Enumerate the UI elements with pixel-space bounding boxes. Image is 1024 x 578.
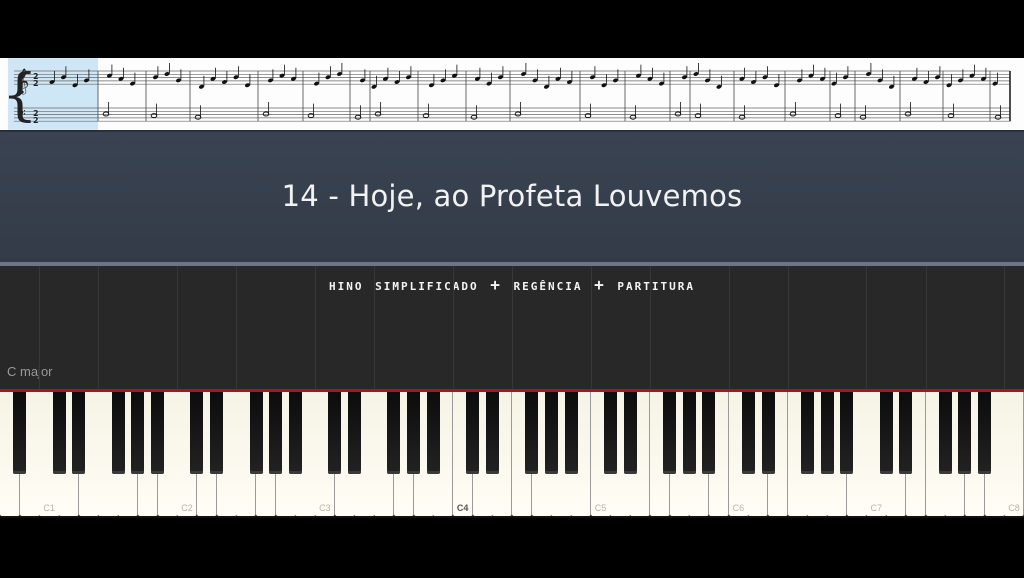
black-key[interactable]	[623, 392, 637, 474]
roll-guide-line	[925, 266, 927, 390]
bass-clef-icon: 𝄢	[16, 107, 26, 125]
treble-clef-icon: 𝄞	[16, 68, 29, 94]
black-key[interactable]	[800, 392, 814, 474]
black-key[interactable]	[131, 392, 145, 474]
roll-guide-line	[452, 266, 454, 390]
roll-guide-line	[236, 266, 238, 390]
black-key[interactable]	[72, 392, 86, 474]
black-key[interactable]	[761, 392, 775, 474]
bass-note-head	[150, 113, 158, 119]
time-sig-bass-bottom: 2	[33, 116, 39, 125]
black-key[interactable]	[13, 392, 27, 474]
bass-note-head	[470, 114, 478, 120]
black-key[interactable]	[840, 392, 854, 474]
sheet-music-strip: {𝄞 𝄢 2 2 2 2	[0, 58, 1024, 130]
black-key[interactable]	[899, 392, 913, 474]
black-key[interactable]	[249, 392, 263, 474]
bass-note-head	[422, 113, 430, 119]
roll-guide-line	[649, 266, 651, 390]
bass-note-head	[904, 111, 912, 117]
bass-note-head	[994, 114, 1002, 120]
octave-label-c2: C2	[181, 503, 193, 513]
octave-label-c7: C7	[870, 503, 882, 513]
bass-note-head	[262, 111, 270, 117]
black-key[interactable]	[288, 392, 302, 474]
bass-note-head	[674, 111, 682, 117]
bass-note-head	[694, 113, 702, 119]
bass-note-head	[584, 113, 592, 119]
hymn-title: 14 - Hoje, ao Profeta Louvemos	[281, 179, 743, 213]
time-sig-treble-bottom: 2	[33, 79, 39, 88]
bass-note-head	[859, 114, 867, 120]
roll-guide-line	[866, 266, 868, 390]
black-key[interactable]	[466, 392, 480, 474]
black-key[interactable]	[938, 392, 952, 474]
octave-label-c8: C8	[1008, 503, 1020, 513]
black-key[interactable]	[210, 392, 224, 474]
black-key[interactable]	[525, 392, 539, 474]
black-key[interactable]	[347, 392, 361, 474]
black-key[interactable]	[879, 392, 893, 474]
black-key[interactable]	[741, 392, 755, 474]
octave-label-c4: C4	[456, 503, 469, 513]
bass-note-head	[307, 113, 315, 119]
roll-guide-line	[315, 266, 317, 390]
black-key[interactable]	[52, 392, 66, 474]
roll-guide-line	[590, 266, 592, 390]
black-key[interactable]	[663, 392, 677, 474]
black-key[interactable]	[603, 392, 617, 474]
white-key[interactable]	[1004, 392, 1024, 516]
black-key[interactable]	[269, 392, 283, 474]
bass-note-head	[194, 114, 202, 120]
black-key[interactable]	[151, 392, 165, 474]
roll-guide-line	[512, 266, 513, 390]
bass-note-head	[354, 114, 362, 120]
black-key[interactable]	[544, 392, 558, 474]
black-key[interactable]	[190, 392, 204, 474]
bass-note-head	[514, 111, 522, 117]
octave-label-c1: C1	[43, 503, 55, 513]
black-key[interactable]	[485, 392, 499, 474]
black-key[interactable]	[682, 392, 696, 474]
roll-guide-line	[98, 266, 100, 390]
black-key[interactable]	[958, 392, 972, 474]
key-signature-label: C major	[7, 364, 53, 379]
title-panel: 14 - Hoje, ao Profeta Louvemos	[0, 130, 1024, 264]
piano-keyboard[interactable]: C1 C2 C3 C4 C5 C6 C7 C8	[0, 392, 1024, 518]
bass-note-head	[102, 111, 110, 117]
bass-note-head	[374, 111, 382, 117]
black-key[interactable]	[426, 392, 440, 474]
octave-label-c6: C6	[732, 503, 745, 513]
bass-note-head	[834, 113, 842, 119]
roll-guide-line	[787, 266, 789, 390]
black-key[interactable]	[564, 392, 578, 474]
roll-guide-line	[728, 266, 730, 390]
black-key[interactable]	[387, 392, 401, 474]
black-key[interactable]	[978, 392, 992, 474]
note-roll-area: hino simplificado + regência + partitura…	[0, 266, 1024, 390]
roll-guide-line	[374, 266, 376, 390]
octave-label-c5: C5	[594, 503, 607, 513]
staff-svg: {𝄞𝄢2222	[2, 58, 1011, 130]
black-key[interactable]	[702, 392, 716, 474]
bass-note-head	[738, 114, 746, 120]
black-key[interactable]	[407, 392, 421, 474]
roll-guide-line	[39, 266, 41, 390]
roll-guide-line	[177, 266, 179, 390]
black-key[interactable]	[328, 392, 342, 474]
black-key[interactable]	[820, 392, 834, 474]
bass-note-head	[629, 114, 637, 120]
bass-note-head	[789, 111, 797, 117]
octave-label-c3: C3	[319, 503, 331, 513]
black-key[interactable]	[111, 392, 125, 474]
roll-guide-line	[1004, 266, 1006, 390]
bass-note-head	[947, 113, 955, 119]
